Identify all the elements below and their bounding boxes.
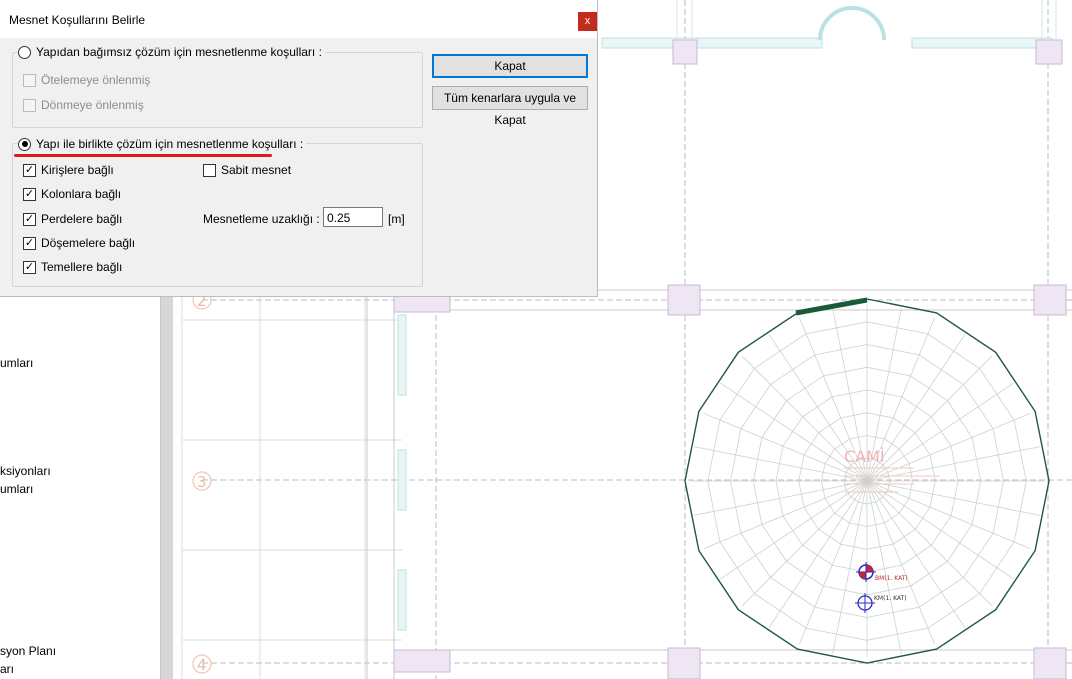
dome-spoke xyxy=(866,480,935,645)
radio-with-structure-label: Yapı ile birlikte çözüm için mesnetlenme… xyxy=(36,137,304,151)
check-icon[interactable]: ✓ xyxy=(23,187,36,201)
radio-independent-circle[interactable] xyxy=(18,45,31,59)
column xyxy=(1033,647,1067,679)
axis-label-4: 4 xyxy=(197,656,207,674)
red-underline-annotation xyxy=(14,154,272,157)
checkbox-slabs[interactable]: ✓ Döşemelere bağlı xyxy=(23,236,135,250)
dome-spoke xyxy=(799,480,868,645)
apply-all-close-button[interactable]: Tüm kenarlara uygula ve Kapat xyxy=(432,86,588,127)
radio-with-structure[interactable]: Yapı ile birlikte çözüm için mesnetlenme… xyxy=(18,137,307,151)
support-edge xyxy=(795,297,868,316)
arch-shape xyxy=(818,6,886,41)
left-panel-item[interactable]: arı xyxy=(0,662,14,676)
column xyxy=(393,649,451,673)
checkbox-translation-label: Ötelemeye önlenmiş xyxy=(41,73,151,87)
level-marker-bm xyxy=(856,562,876,582)
check-icon[interactable]: ✓ xyxy=(23,236,36,250)
check-icon[interactable]: ✓ xyxy=(23,163,36,177)
checkbox-translation[interactable]: Ötelemeye önlenmiş xyxy=(23,73,150,87)
dome-spoke xyxy=(741,480,868,607)
checkbox-fixed-support-label: Sabit mesnet xyxy=(221,163,292,177)
dialog-titlebar[interactable]: Mesnet Koşullarını Belirle x xyxy=(0,0,597,38)
support-conditions-dialog: Mesnet Koşullarını Belirle x Yapıdan bağ… xyxy=(0,0,598,297)
dome-spoke xyxy=(866,355,993,482)
left-panel-item[interactable]: ksiyonları xyxy=(0,464,51,478)
checkbox-beams-label: Kirişlere bağlı xyxy=(41,163,114,177)
checkbox-beams[interactable]: ✓ Kirişlere bağlı xyxy=(23,163,114,177)
column xyxy=(1035,39,1063,65)
dome-spoke xyxy=(866,480,1031,549)
marker-label-bm: BM(1. KAT) xyxy=(875,575,908,582)
check-icon[interactable]: ✓ xyxy=(23,212,36,226)
dialog-title: Mesnet Koşullarını Belirle xyxy=(9,13,146,27)
distance-unit: [m] xyxy=(388,212,405,226)
column xyxy=(1033,284,1067,316)
distance-input[interactable]: 0.25 xyxy=(323,207,383,227)
column xyxy=(672,39,698,65)
checkbox-foundations[interactable]: ✓ Temellere bağlı xyxy=(23,260,122,274)
axis-label-3: 3 xyxy=(197,473,207,491)
left-panel-item[interactable]: umları xyxy=(0,482,33,496)
left-panel-item[interactable]: umları xyxy=(0,356,33,370)
close-icon[interactable]: x xyxy=(578,12,597,31)
checkbox-rotation[interactable]: Dönmeye önlenmiş xyxy=(23,98,144,112)
checkbox-slabs-label: Döşemelere bağlı xyxy=(41,236,136,250)
column xyxy=(667,647,701,679)
room-label: CAMİ xyxy=(844,447,885,466)
check-icon[interactable]: ✓ xyxy=(23,260,36,274)
level-marker-km xyxy=(855,593,875,613)
marker-label-km: KM(1. KAT) xyxy=(874,595,907,602)
checkbox-fixed-support[interactable]: Sabit mesnet xyxy=(203,163,291,177)
radio-independent-label: Yapıdan bağımsız çözüm için mesnetlenme … xyxy=(36,45,322,59)
checkbox-shear-walls-label: Perdelere bağlı xyxy=(41,212,123,226)
checkbox-columns-label: Kolonlara bağlı xyxy=(41,187,122,201)
close-button[interactable]: Kapat xyxy=(432,54,588,78)
radio-independent[interactable]: Yapıdan bağımsız çözüm için mesnetlenme … xyxy=(18,45,325,59)
dome-spoke xyxy=(703,480,868,549)
dome-spoke xyxy=(866,413,1031,482)
checkbox-foundations-label: Temellere bağlı xyxy=(41,260,123,274)
dome-spoke xyxy=(703,413,868,482)
checkbox-rotation-label: Dönmeye önlenmiş xyxy=(41,98,144,112)
dome-spoke xyxy=(866,480,993,607)
column xyxy=(667,284,701,316)
checkbox-shear-walls[interactable]: ✓ Perdelere bağlı xyxy=(23,212,122,226)
distance-label: Mesnetleme uzaklığı : xyxy=(203,212,320,226)
independent-group xyxy=(12,52,423,128)
left-panel-item[interactable]: syon Planı xyxy=(0,644,56,658)
checkbox-columns[interactable]: ✓ Kolonlara bağlı xyxy=(23,187,121,201)
radio-with-structure-circle[interactable] xyxy=(18,137,31,151)
